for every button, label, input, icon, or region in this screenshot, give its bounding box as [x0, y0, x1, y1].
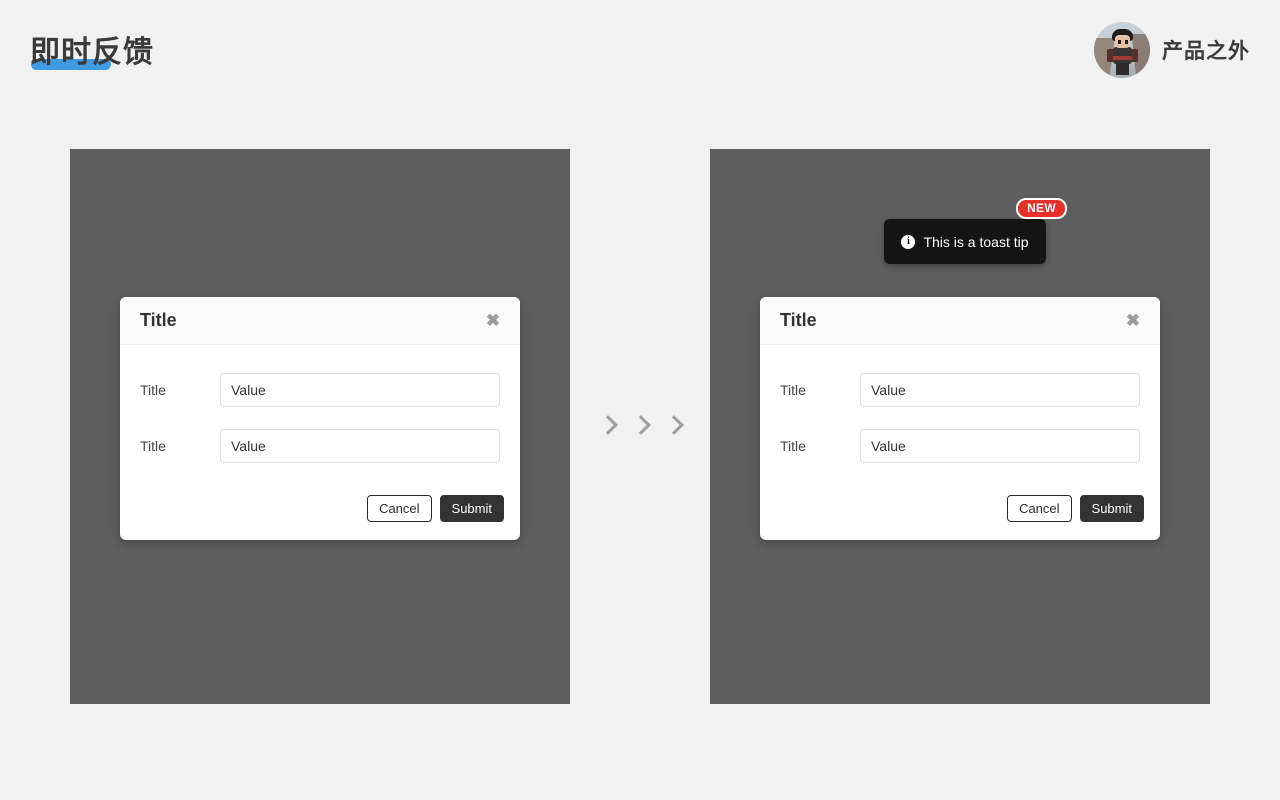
modal-body: Title Title	[120, 345, 520, 491]
cancel-button[interactable]: Cancel	[1007, 495, 1072, 522]
form-field-input[interactable]	[860, 429, 1140, 463]
page-header: 即时反馈 产品之外	[0, 0, 1280, 105]
modal-footer: Cancel Submit	[760, 491, 1160, 540]
form-field-label: Title	[140, 438, 166, 454]
form-row: Title	[140, 429, 500, 463]
toast-container: i This is a toast tip NEW	[884, 198, 1067, 264]
modal-body: Title Title	[760, 345, 1160, 491]
avatar-belt	[1113, 56, 1132, 60]
info-circle-icon: i	[901, 234, 916, 249]
chevron-right-icon	[666, 414, 680, 438]
form-field-label: Title	[780, 382, 806, 398]
avatar-arm-right	[1131, 49, 1138, 62]
close-icon[interactable]: ✖	[1122, 310, 1144, 332]
form-row: Title	[140, 373, 500, 407]
submit-button[interactable]: Submit	[1079, 495, 1144, 522]
modal-dialog-after: Title ✖ Title Title Cancel Submit	[760, 297, 1160, 540]
close-icon[interactable]: ✖	[482, 310, 504, 332]
modal-footer: Cancel Submit	[120, 491, 520, 540]
toast-tip: i This is a toast tip NEW	[884, 198, 1067, 264]
modal-dialog-before: Title ✖ Title Title Cancel Submit	[120, 297, 520, 540]
modal-title: Title	[780, 310, 817, 330]
modal-title: Title	[140, 310, 177, 330]
brand: 产品之外	[1094, 22, 1250, 78]
toast-message: This is a toast tip	[923, 233, 1029, 250]
avatar	[1094, 22, 1150, 78]
form-field-input[interactable]	[860, 373, 1140, 407]
form-field-input[interactable]	[220, 373, 500, 407]
brand-name: 产品之外	[1162, 40, 1250, 63]
chevron-right-icon	[600, 414, 614, 438]
form-field-input[interactable]	[220, 429, 500, 463]
chevron-right-icon	[633, 414, 647, 438]
flow-arrows	[600, 408, 680, 444]
page-title-wrap: 即时反馈	[30, 28, 154, 78]
avatar-eye-left	[1118, 40, 1121, 44]
modal-header: Title ✖	[760, 297, 1160, 345]
new-badge: NEW	[1016, 198, 1067, 219]
submit-button[interactable]: Submit	[439, 495, 504, 522]
avatar-legs	[1116, 63, 1129, 75]
form-field-label: Title	[140, 382, 166, 398]
form-field-label: Title	[780, 438, 806, 454]
cancel-button[interactable]: Cancel	[367, 495, 432, 522]
form-row: Title	[780, 373, 1140, 407]
modal-header: Title ✖	[120, 297, 520, 345]
avatar-eye-right	[1125, 40, 1128, 44]
page-title: 即时反馈	[30, 36, 154, 69]
form-row: Title	[780, 429, 1140, 463]
